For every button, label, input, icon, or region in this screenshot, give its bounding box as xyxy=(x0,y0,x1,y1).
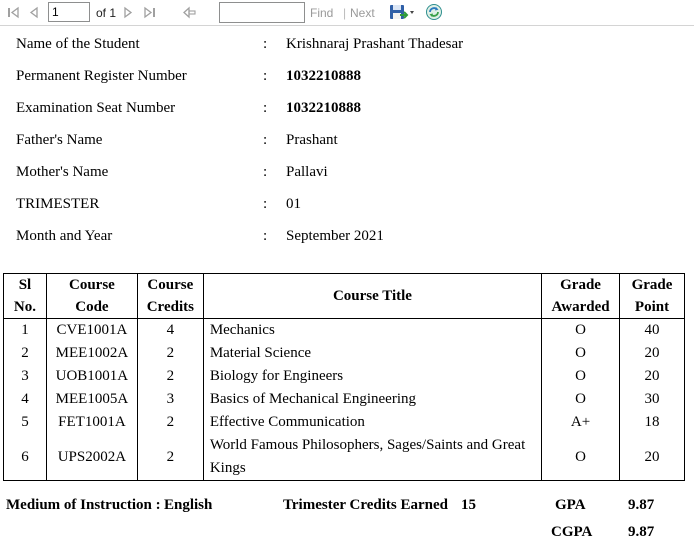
grade-point-cell: 20 xyxy=(619,342,685,365)
page-count-label: of 1 xyxy=(96,6,117,20)
grade-point-cell: 40 xyxy=(619,318,685,342)
month-year-value: September 2021 xyxy=(286,228,384,244)
course-credits-cell: 2 xyxy=(136,434,204,481)
gpa-label: GPA xyxy=(555,497,586,513)
colon: : xyxy=(263,100,268,116)
colon: : xyxy=(263,228,268,244)
table-row: 4 MEE1005A 3 Basics of Mechanical Engine… xyxy=(3,388,685,411)
colon: : xyxy=(263,164,268,180)
colon: : xyxy=(263,68,268,84)
colon: : xyxy=(263,36,268,52)
grade-awarded-cell: O xyxy=(541,365,621,388)
gpa-value: 9.87 xyxy=(628,497,655,513)
grade-point-cell: 30 xyxy=(619,388,685,411)
course-title-cell: Basics of Mechanical Engineering xyxy=(202,388,543,411)
sl-no-cell: 4 xyxy=(3,388,47,411)
student-name-value: Krishnaraj Prashant Thadesar xyxy=(286,36,464,52)
first-page-icon[interactable] xyxy=(6,4,20,21)
table-row: 6 UPS2002A 2 World Famous Philosophers, … xyxy=(3,434,685,481)
sl-no-cell: 6 xyxy=(3,434,47,481)
grade-awarded-cell: O xyxy=(541,318,621,342)
seat-number-label: Examination Seat Number xyxy=(16,100,176,116)
grades-table: Sl No. Course Code Course Credits Course Ti… xyxy=(3,273,685,481)
cgpa-value: 9.87 xyxy=(628,524,655,540)
mother-name-label: Mother's Name xyxy=(16,164,109,180)
grade-awarded-cell: O xyxy=(541,388,621,411)
grade-awarded-cell: O xyxy=(541,342,621,365)
trimester-label: TRIMESTER xyxy=(16,196,100,212)
sl-no-cell: 2 xyxy=(3,342,47,365)
course-code-cell: MEE1005A xyxy=(45,388,138,411)
next-page-icon[interactable] xyxy=(122,4,134,21)
colon: : xyxy=(263,132,268,148)
seat-number-value: 1032210888 xyxy=(286,100,361,116)
table-row: 1 CVE1001A 4 Mechanics O 40 xyxy=(3,318,685,342)
sl-no-cell: 1 xyxy=(3,318,47,342)
previous-page-icon[interactable] xyxy=(28,4,40,21)
medium-value: English xyxy=(164,497,213,513)
course-credits-cell: 4 xyxy=(136,318,204,342)
grade-awarded-cell: A+ xyxy=(541,411,621,434)
table-row: 2 MEE1002A 2 Material Science O 20 xyxy=(3,342,685,365)
grade-point-cell: 20 xyxy=(619,365,685,388)
course-title-cell: Mechanics xyxy=(202,318,543,342)
course-credits-cell: 2 xyxy=(136,342,204,365)
father-name-label: Father's Name xyxy=(16,132,103,148)
prn-value: 1032210888 xyxy=(286,68,361,84)
table-header-row: Sl No. Course Code Course Credits Course Ti… xyxy=(3,273,685,319)
father-name-value: Prashant xyxy=(286,132,338,148)
course-code-cell: FET1001A xyxy=(45,411,138,434)
header-grade-awarded: Grade Awarded xyxy=(541,273,621,319)
month-year-label: Month and Year xyxy=(16,228,113,244)
refresh-icon[interactable] xyxy=(425,3,443,20)
sl-no-cell: 5 xyxy=(3,411,47,434)
mother-name-value: Pallavi xyxy=(286,164,328,180)
course-code-cell: MEE1002A xyxy=(45,342,138,365)
cgpa-label: CGPA xyxy=(551,524,593,540)
last-page-icon[interactable] xyxy=(143,4,157,21)
header-course-title: Course Title xyxy=(202,273,543,319)
grade-point-cell: 20 xyxy=(619,434,685,481)
find-separator: | xyxy=(343,6,347,20)
course-title-cell: Biology for Engineers xyxy=(202,365,543,388)
find-link[interactable]: Find xyxy=(310,6,333,20)
prn-label: Permanent Register Number xyxy=(16,68,187,84)
find-text-input[interactable] xyxy=(219,2,305,23)
student-name-label: Name of the Student xyxy=(16,36,140,52)
header-course-code: Course Code xyxy=(45,273,138,319)
report-toolbar: of 1 Find | Next xyxy=(0,0,694,26)
course-credits-cell: 2 xyxy=(136,365,204,388)
course-credits-cell: 2 xyxy=(136,411,204,434)
course-credits-cell: 3 xyxy=(136,388,204,411)
medium-label: Medium of Instruction : xyxy=(6,497,161,513)
colon: : xyxy=(263,196,268,212)
course-code-cell: CVE1001A xyxy=(45,318,138,342)
grade-point-cell: 18 xyxy=(619,411,685,434)
export-save-icon[interactable] xyxy=(389,3,415,20)
back-to-parent-icon[interactable] xyxy=(181,4,197,21)
course-code-cell: UPS2002A xyxy=(45,434,138,481)
header-sl-no: Sl No. xyxy=(3,273,47,319)
credits-earned-label: Trimester Credits Earned xyxy=(283,497,448,513)
next-link[interactable]: Next xyxy=(350,6,375,20)
course-title-cell: Material Science xyxy=(202,342,543,365)
course-code-cell: UOB1001A xyxy=(45,365,138,388)
header-grade-point: Grade Point xyxy=(619,273,685,319)
table-row: 5 FET1001A 2 Effective Communication A+ … xyxy=(3,411,685,434)
table-row: 3 UOB1001A 2 Biology for Engineers O 20 xyxy=(3,365,685,388)
trimester-value: 01 xyxy=(286,196,301,212)
credits-earned-value: 15 xyxy=(461,497,476,513)
sl-no-cell: 3 xyxy=(3,365,47,388)
course-title-cell: Effective Communication xyxy=(202,411,543,434)
grade-awarded-cell: O xyxy=(541,434,621,481)
page-number-input[interactable] xyxy=(48,2,90,22)
header-course-credits: Course Credits xyxy=(136,273,204,319)
course-title-cell: World Famous Philosophers, Sages/Saints … xyxy=(202,434,543,481)
